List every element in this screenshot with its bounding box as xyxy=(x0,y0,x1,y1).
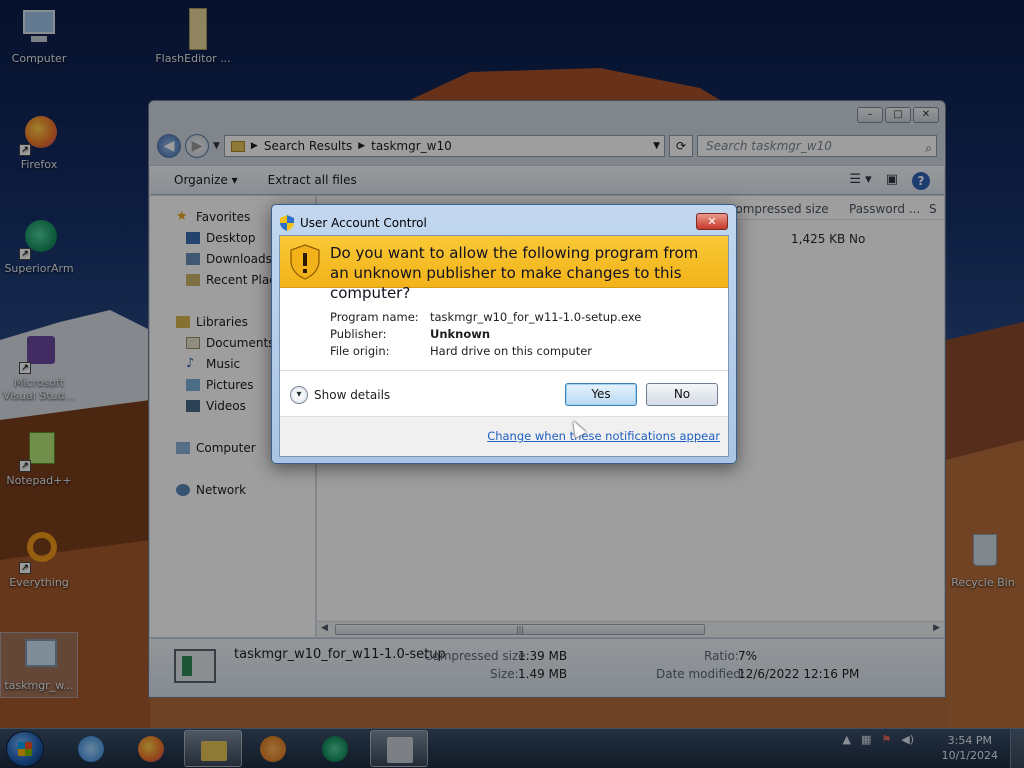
yes-button[interactable]: Yes xyxy=(565,383,637,406)
chevron-down-icon: ▾ xyxy=(290,386,308,404)
program-name-value: taskmgr_w10_for_w11-1.0-setup.exe xyxy=(430,310,642,324)
uac-body: Do you want to allow the following progr… xyxy=(279,235,729,457)
uac-close-button[interactable]: ✕ xyxy=(696,213,728,230)
uac-footer: Change when these notifications appear xyxy=(280,416,728,456)
publisher-label: Publisher: xyxy=(330,327,387,341)
publisher-value: Unknown xyxy=(430,327,491,341)
uac-title: User Account Control xyxy=(300,216,427,230)
file-origin-label: File origin: xyxy=(330,344,390,358)
divider xyxy=(280,370,728,371)
uac-shield-icon xyxy=(280,215,294,231)
program-name-label: Program name: xyxy=(330,310,419,324)
show-details-toggle[interactable]: ▾ Show details xyxy=(290,386,390,404)
change-notifications-link[interactable]: Change when these notifications appear xyxy=(487,429,720,443)
uac-warning-banner: Do you want to allow the following progr… xyxy=(280,236,728,302)
no-button[interactable]: No xyxy=(646,383,718,406)
uac-dialog: User Account Control ✕ Do you want to al… xyxy=(271,204,737,464)
file-origin-value: Hard drive on this computer xyxy=(430,344,593,358)
uac-question: Do you want to allow the following progr… xyxy=(330,244,699,302)
warning-shield-icon xyxy=(290,244,320,280)
uac-titlebar: User Account Control xyxy=(280,215,427,231)
show-details-label: Show details xyxy=(314,388,391,402)
